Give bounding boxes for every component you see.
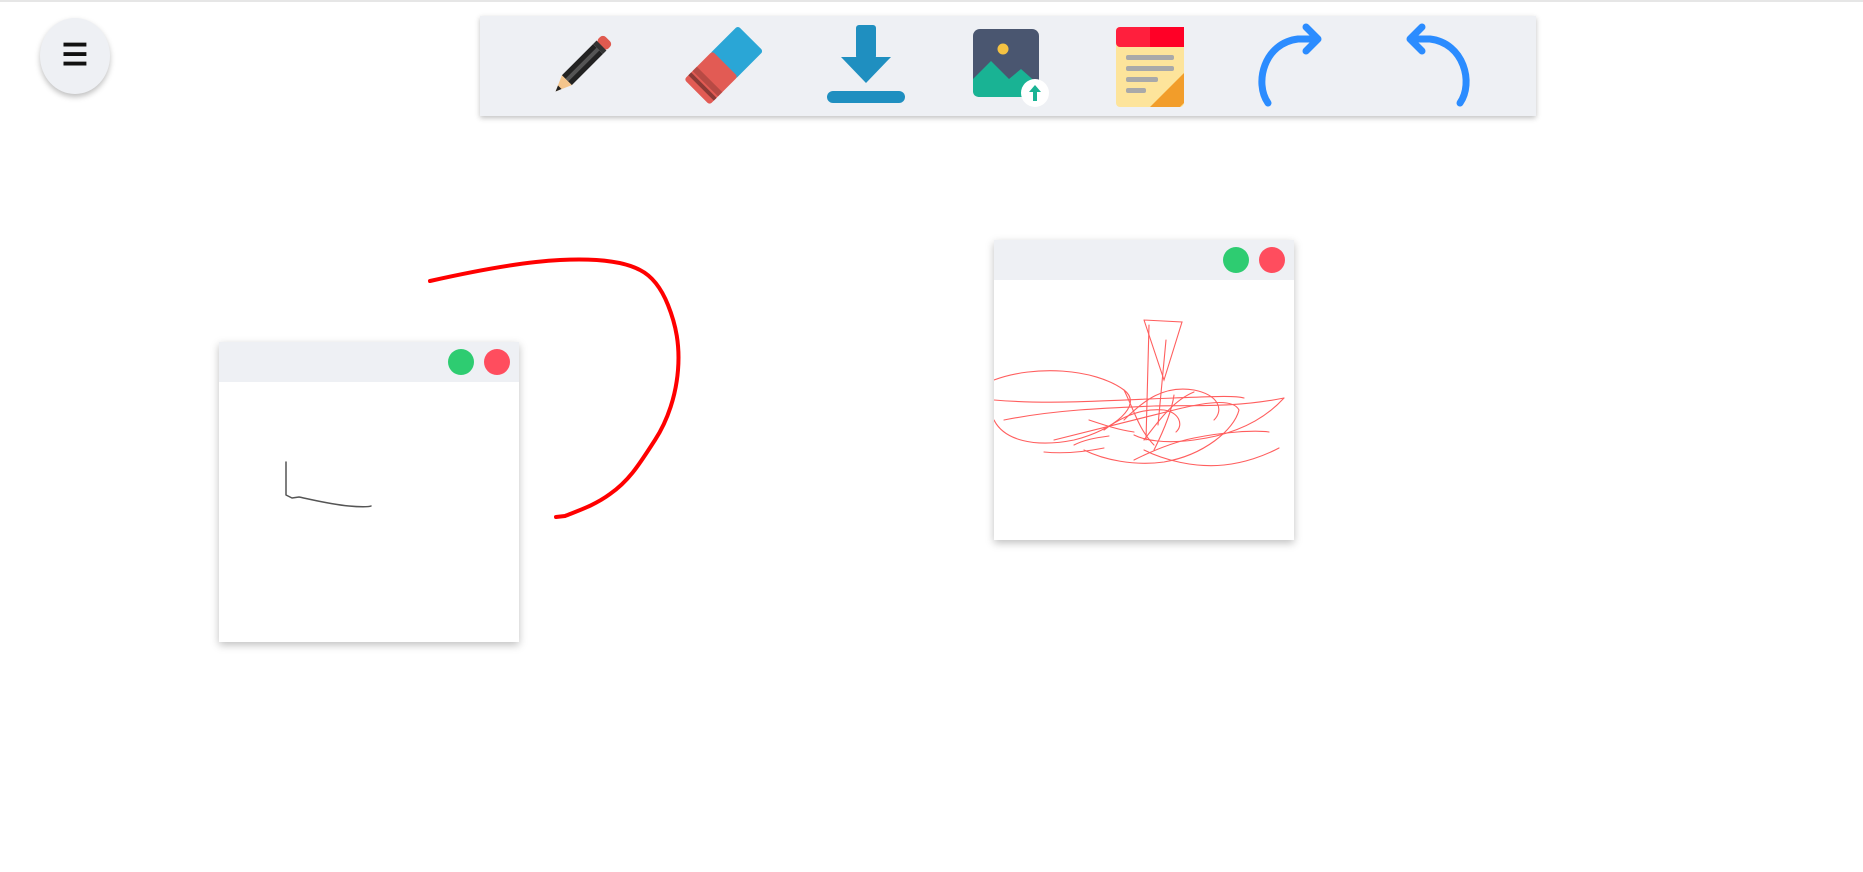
note-header[interactable]	[994, 240, 1294, 280]
drawing-toolbar	[480, 16, 1536, 116]
sticky-note-window-1[interactable]	[219, 342, 519, 642]
undo-tool-button[interactable]	[1390, 21, 1480, 111]
sticky-note-tool-button[interactable]	[1105, 21, 1195, 111]
hamburger-icon: ☰	[61, 39, 89, 72]
note-canvas[interactable]	[219, 382, 519, 642]
top-divider	[0, 0, 1863, 2]
pencil-icon	[555, 35, 612, 92]
menu-button[interactable]: ☰	[40, 18, 110, 94]
download-icon	[826, 25, 905, 103]
note-green-dot-button[interactable]	[1223, 247, 1249, 273]
download-tool-button[interactable]	[821, 21, 911, 111]
image-upload-icon	[972, 29, 1049, 107]
eraser-tool-button[interactable]	[678, 21, 768, 111]
note-canvas[interactable]	[994, 280, 1294, 540]
note-green-dot-button[interactable]	[448, 349, 474, 375]
undo-icon	[1406, 23, 1470, 107]
pencil-tool-button[interactable]	[536, 21, 626, 111]
redo-icon	[1257, 23, 1322, 107]
note-header[interactable]	[219, 342, 519, 382]
note-close-button[interactable]	[1259, 247, 1285, 273]
image-upload-tool-button[interactable]	[963, 21, 1053, 111]
note-close-button[interactable]	[484, 349, 510, 375]
sticky-note-icon	[1116, 27, 1185, 107]
note-1-stroke	[285, 461, 372, 508]
redo-tool-button[interactable]	[1248, 21, 1338, 111]
sticky-note-window-2[interactable]	[994, 240, 1294, 540]
note-2-scribble	[994, 319, 1285, 467]
eraser-icon	[685, 26, 763, 104]
